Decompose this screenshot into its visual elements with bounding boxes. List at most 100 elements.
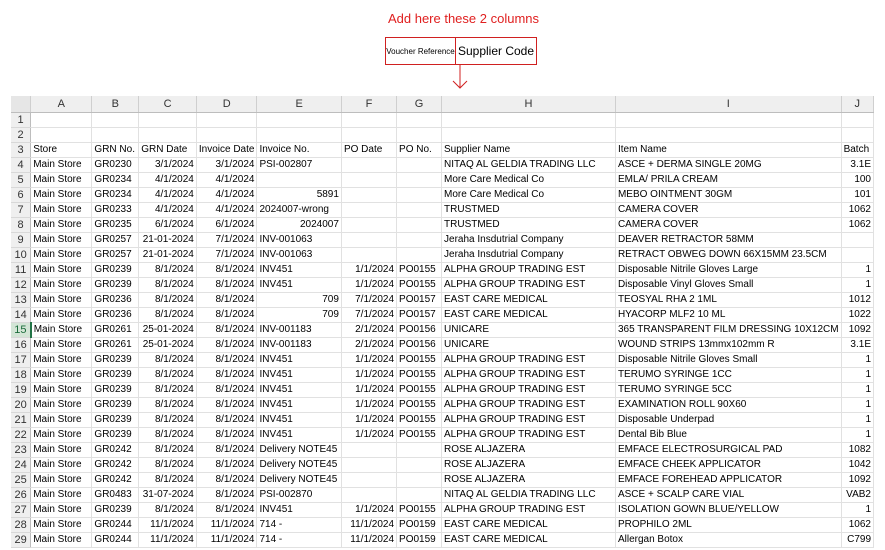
row-header[interactable]: 15 xyxy=(11,322,32,338)
cell[interactable]: 8/1/2024 xyxy=(138,382,197,398)
cell[interactable] xyxy=(341,247,398,263)
cell[interactable]: EAST CARE MEDICAL xyxy=(441,307,616,323)
cell[interactable]: 1/1/2024 xyxy=(341,277,398,293)
row-header[interactable]: 2 xyxy=(11,127,32,143)
cell[interactable] xyxy=(396,127,443,143)
cell[interactable]: TERUMO SYRINGE 5CC xyxy=(615,382,842,398)
cell[interactable]: 4/1/2024 xyxy=(138,172,197,188)
cell[interactable]: 1 xyxy=(841,382,874,398)
cell[interactable]: 8/1/2024 xyxy=(196,367,258,383)
cell[interactable]: 1022 xyxy=(841,307,874,323)
cell[interactable]: Main Store xyxy=(30,322,93,338)
cell[interactable] xyxy=(341,187,398,203)
cell[interactable]: GR0257 xyxy=(91,247,140,263)
cell[interactable] xyxy=(341,157,398,173)
row-header[interactable]: 16 xyxy=(11,337,32,353)
cell[interactable]: GR0242 xyxy=(91,442,140,458)
cell[interactable]: GR0233 xyxy=(91,202,140,218)
cell[interactable] xyxy=(396,172,443,188)
cell[interactable]: 1092 xyxy=(841,322,874,338)
cell[interactable]: Main Store xyxy=(30,517,93,533)
cell[interactable]: PO0156 xyxy=(396,322,443,338)
cell[interactable] xyxy=(396,112,443,128)
cell[interactable]: GR0239 xyxy=(91,502,140,518)
cell[interactable]: 1 xyxy=(841,352,874,368)
cell[interactable]: 4/1/2024 xyxy=(196,172,258,188)
cell[interactable]: GRN No. xyxy=(91,142,140,158)
cell[interactable]: ALPHA GROUP TRADING EST xyxy=(441,502,616,518)
cell[interactable]: 7/1/2024 xyxy=(196,232,258,248)
cell[interactable]: ALPHA GROUP TRADING EST xyxy=(441,397,616,413)
cell[interactable]: 8/1/2024 xyxy=(138,292,197,308)
cell[interactable]: 714 - xyxy=(256,517,342,533)
cell[interactable]: GR0239 xyxy=(91,397,140,413)
cell[interactable]: GR0483 xyxy=(91,487,140,503)
cell[interactable]: GR0244 xyxy=(91,517,140,533)
cell[interactable]: 3.1E xyxy=(841,337,874,353)
cell[interactable]: CAMERA COVER xyxy=(615,202,842,218)
cell[interactable] xyxy=(341,112,398,128)
cell[interactable] xyxy=(615,127,842,143)
cell[interactable]: Main Store xyxy=(30,442,93,458)
cell[interactable] xyxy=(91,127,140,143)
row-header[interactable]: 27 xyxy=(11,502,32,518)
cell[interactable]: ASCE + DERMA SINGLE 20MG xyxy=(615,157,842,173)
cell[interactable]: 5891 xyxy=(256,187,342,203)
cell[interactable]: INV-001063 xyxy=(256,247,342,263)
cell[interactable]: EMFACE FOREHEAD APPLICATOR xyxy=(615,472,842,488)
cell[interactable]: PSI-002870 xyxy=(256,487,342,503)
cell[interactable] xyxy=(841,127,874,143)
cell[interactable]: GR0239 xyxy=(91,262,140,278)
cell[interactable]: Main Store xyxy=(30,187,93,203)
cell[interactable]: Main Store xyxy=(30,157,93,173)
cell[interactable] xyxy=(341,457,398,473)
cell[interactable]: Supplier Name xyxy=(441,142,616,158)
cell[interactable] xyxy=(341,442,398,458)
cell[interactable]: 1 xyxy=(841,262,874,278)
cell[interactable]: Allergan Botox xyxy=(615,532,842,548)
cell[interactable] xyxy=(196,112,258,128)
cell[interactable]: PO0159 xyxy=(396,517,443,533)
cell[interactable]: Main Store xyxy=(30,532,93,548)
cell[interactable]: 1062 xyxy=(841,517,874,533)
cell[interactable]: 100 xyxy=(841,172,874,188)
cell[interactable]: PO0157 xyxy=(396,307,443,323)
cell[interactable]: 25-01-2024 xyxy=(138,337,197,353)
cell[interactable]: WOUND STRIPS 13mmx102mm R xyxy=(615,337,842,353)
cell[interactable]: GR0242 xyxy=(91,472,140,488)
row-header[interactable]: 26 xyxy=(11,487,32,503)
cell[interactable]: 714 - xyxy=(256,532,342,548)
cell[interactable]: GR0236 xyxy=(91,307,140,323)
cell[interactable]: 6/1/2024 xyxy=(138,217,197,233)
cell[interactable]: Jeraha Insdutrial Company xyxy=(441,247,616,263)
cell[interactable]: GR0257 xyxy=(91,232,140,248)
cell[interactable]: 2024007 xyxy=(256,217,342,233)
cell[interactable]: PO0156 xyxy=(396,337,443,353)
row-header[interactable]: 22 xyxy=(11,427,32,443)
cell[interactable] xyxy=(441,127,616,143)
cell[interactable]: Main Store xyxy=(30,247,93,263)
column-header[interactable]: E xyxy=(256,96,342,113)
row-header[interactable]: 28 xyxy=(11,517,32,533)
cell[interactable]: EMFACE ELECTROSURGICAL PAD xyxy=(615,442,842,458)
cell[interactable] xyxy=(341,487,398,503)
cell[interactable]: GR0239 xyxy=(91,382,140,398)
cell[interactable]: PO0155 xyxy=(396,502,443,518)
cell[interactable]: Disposable Nitrile Gloves Large xyxy=(615,262,842,278)
cell[interactable]: 1/1/2024 xyxy=(341,382,398,398)
row-header[interactable]: 8 xyxy=(11,217,32,233)
cell[interactable]: RETRACT OBWEG DOWN 66X15MM 23.5CM xyxy=(615,247,842,263)
cell[interactable]: PO0155 xyxy=(396,382,443,398)
cell[interactable]: NITAQ AL GELDIA TRADING LLC xyxy=(441,157,616,173)
cell[interactable]: 1 xyxy=(841,277,874,293)
cell[interactable] xyxy=(841,247,874,263)
cell[interactable]: INV-001183 xyxy=(256,322,342,338)
cell[interactable]: MEBO OINTMENT 30GM xyxy=(615,187,842,203)
row-header[interactable]: 18 xyxy=(11,367,32,383)
column-header[interactable]: A xyxy=(30,96,93,113)
cell[interactable]: 21-01-2024 xyxy=(138,247,197,263)
cell[interactable]: INV-001183 xyxy=(256,337,342,353)
cell[interactable]: ISOLATION GOWN BLUE/YELLOW xyxy=(615,502,842,518)
cell[interactable]: 1062 xyxy=(841,202,874,218)
cell[interactable]: ALPHA GROUP TRADING EST xyxy=(441,277,616,293)
